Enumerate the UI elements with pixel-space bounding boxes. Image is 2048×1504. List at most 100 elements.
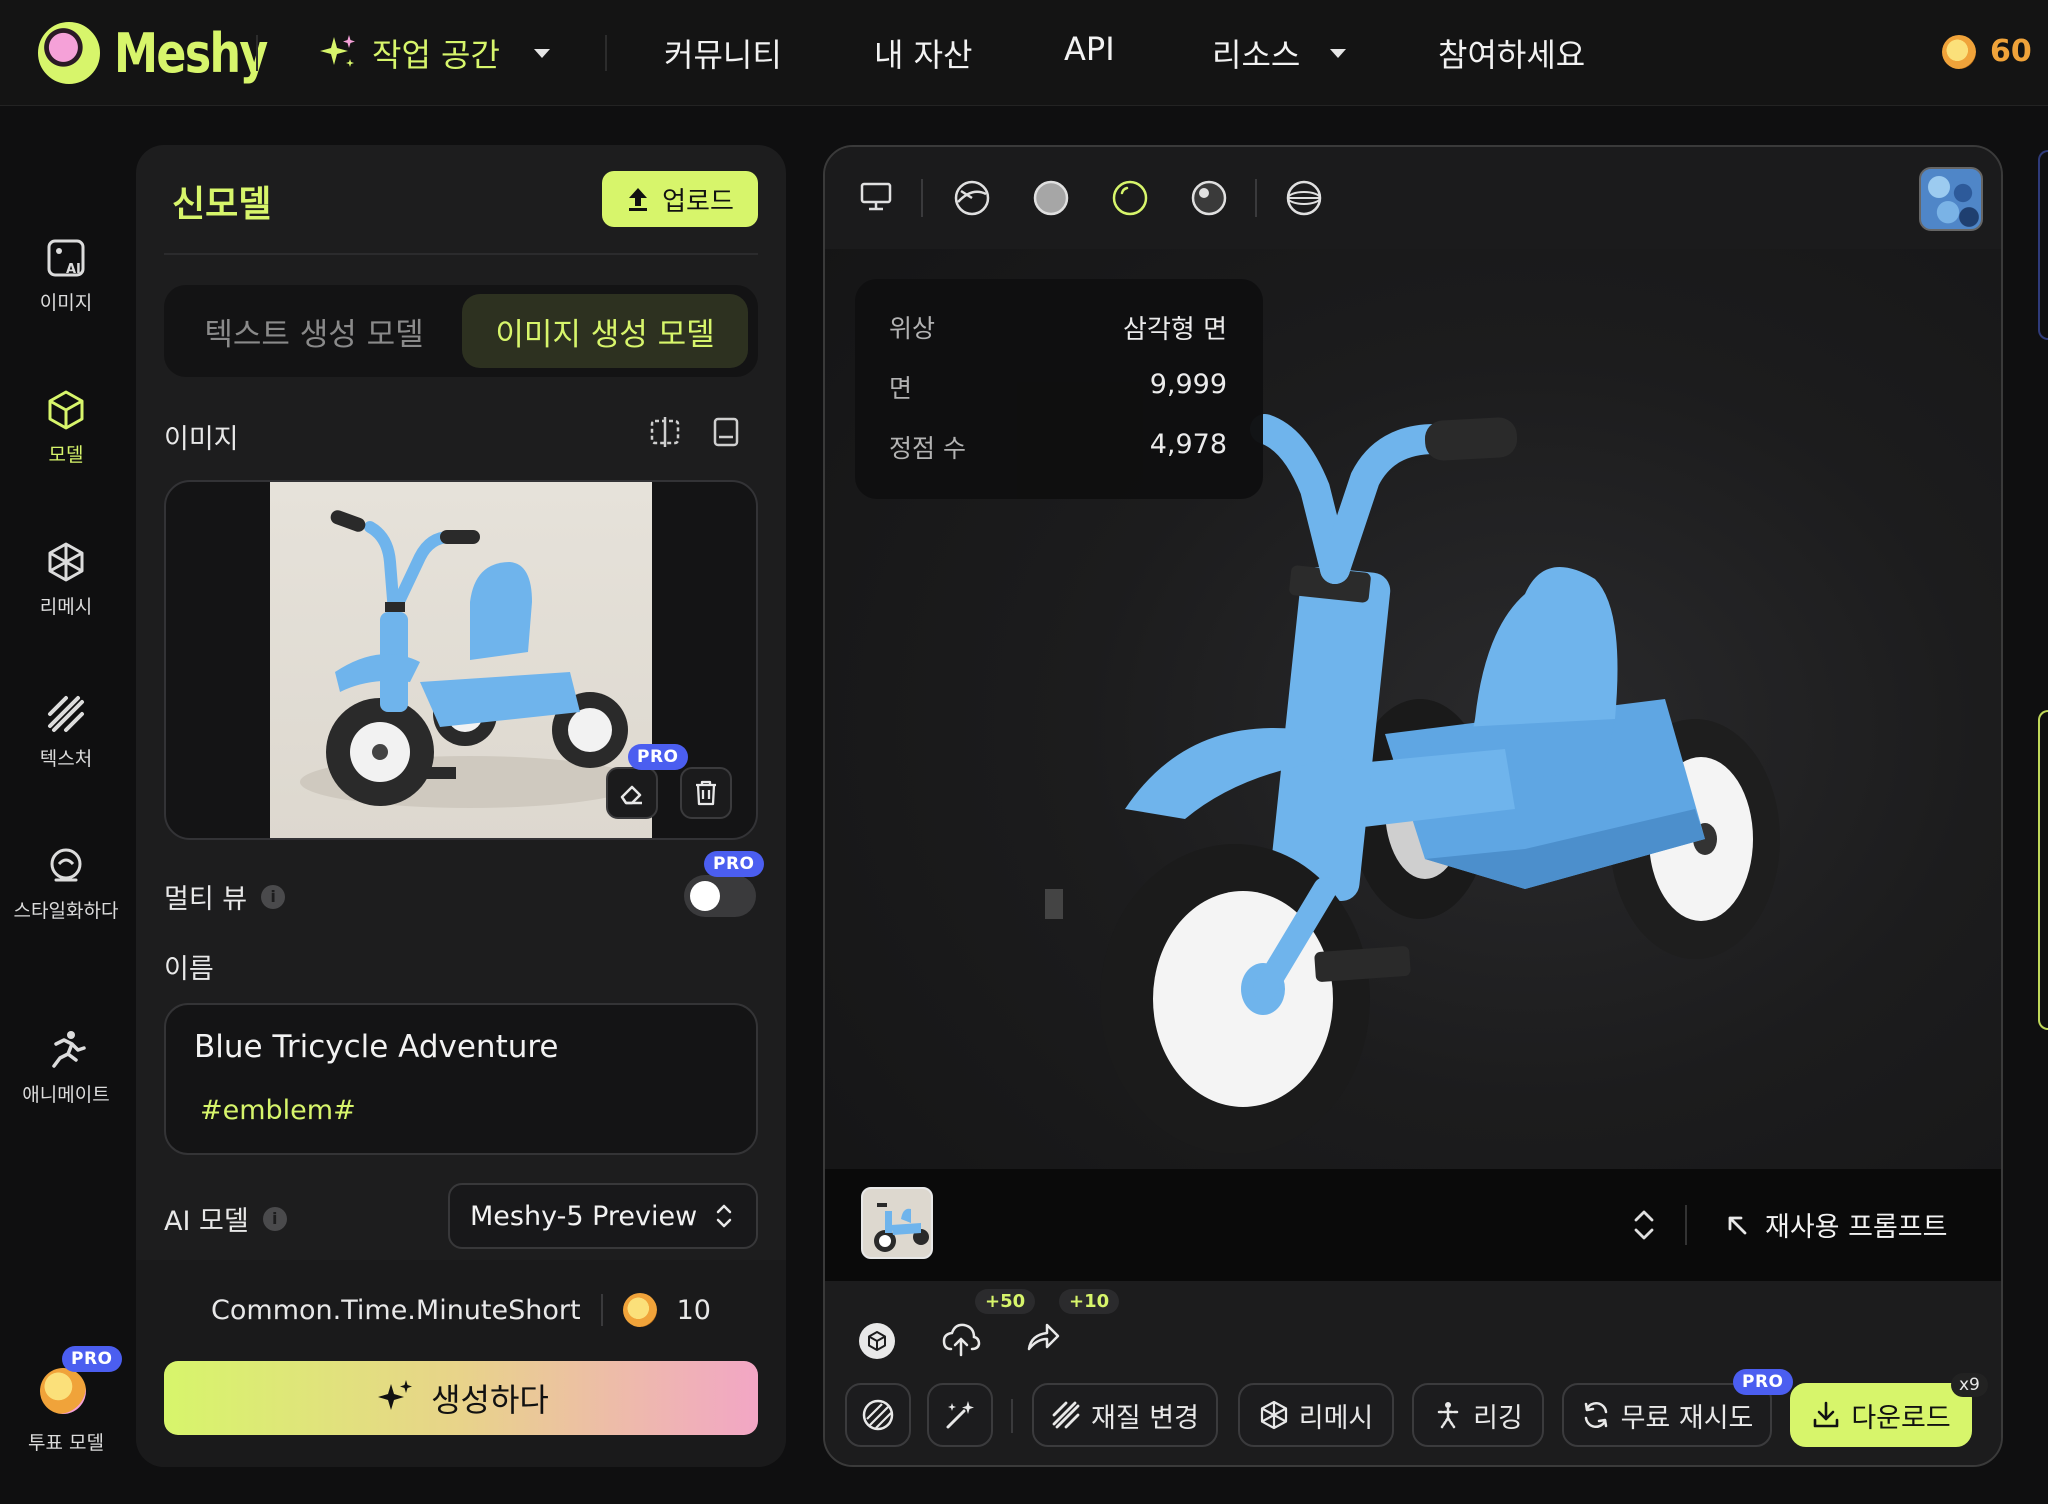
time-estimate: Common.Time.MinuteShort xyxy=(211,1294,581,1326)
logo-text[interactable]: Meshy xyxy=(114,22,268,85)
divider xyxy=(1685,1205,1687,1245)
multiview-label: 멀티 뷰 xyxy=(164,884,248,915)
tab-text-to-model[interactable]: 텍스트 생성 모델 xyxy=(164,285,464,377)
pro-badge: PRO xyxy=(1733,1369,1793,1395)
trash-icon xyxy=(696,780,716,806)
rigging-button[interactable]: 리깅 xyxy=(1412,1383,1544,1447)
tab-image-to-model[interactable]: 이미지 생성 모델 xyxy=(462,294,748,368)
monitor-icon[interactable] xyxy=(859,181,893,213)
svg-text:AI: AI xyxy=(66,262,81,277)
generation-panel: 신모델 업로드 텍스트 생성 모델 이미지 생성 모델 이미지 PRO 멀티 뷰… xyxy=(136,145,786,1467)
magic-material-button[interactable] xyxy=(845,1383,911,1447)
nav-workspace-label: 작업 공간 xyxy=(372,36,500,74)
rigging-skeleton-icon xyxy=(1437,1402,1459,1429)
credits-count: 60 xyxy=(1990,34,2032,69)
sidebar-item-remesh[interactable]: 리메시 xyxy=(0,540,132,621)
cloud-upload-icon[interactable] xyxy=(941,1319,981,1359)
multiview-toggle[interactable] xyxy=(684,875,756,917)
refresh-icon xyxy=(1584,1402,1607,1428)
collapsed-card[interactable] xyxy=(2038,150,2048,340)
chevron-updown-icon[interactable] xyxy=(1631,1207,1657,1243)
split-view-icon[interactable] xyxy=(648,415,682,449)
name-label: 이름 xyxy=(164,954,214,985)
nav-community[interactable]: 커뮤니티 xyxy=(664,30,782,76)
nav-join[interactable]: 참여하세요 xyxy=(1438,30,1585,76)
action-bar: +50 +10 재질 변경 리메시 리깅 무료 재시도 PRO 다운로드 x9 xyxy=(825,1281,2001,1465)
sidebar-item-label: 투표 모델 xyxy=(28,1432,104,1454)
credits-display[interactable]: 60 xyxy=(1942,34,2032,69)
meshy-logo-icon[interactable] xyxy=(38,22,100,84)
stat-topology-label: 위상 xyxy=(889,314,936,343)
model-view-button[interactable] xyxy=(859,1323,895,1359)
upload-bonus-badge: +50 xyxy=(975,1289,1036,1314)
texture-icon xyxy=(48,696,84,732)
chevron-down-icon xyxy=(533,48,550,58)
environment-globe-icon[interactable] xyxy=(1285,179,1323,217)
vote-icon xyxy=(40,1368,86,1414)
tricycle-thumbnail-icon xyxy=(874,1203,929,1252)
nav-divider xyxy=(605,35,607,71)
viewer-toolbar xyxy=(825,147,2001,249)
document-icon[interactable] xyxy=(710,415,742,449)
sidebar-item-label: 애니메이트 xyxy=(22,1084,110,1106)
textured-shading-icon[interactable] xyxy=(1111,179,1149,217)
download-button[interactable]: 다운로드 xyxy=(1790,1383,1972,1447)
upload-button[interactable]: 업로드 xyxy=(602,171,758,227)
upload-arrow-icon xyxy=(629,188,648,211)
retexture-button[interactable]: 재질 변경 xyxy=(1032,1383,1218,1447)
mesh-stats-panel: 위상 삼각형 면 면 9,999 정점 수 4,978 xyxy=(855,279,1263,499)
rigging-label: 리깅 xyxy=(1473,1402,1523,1434)
stat-topology-value: 삼각형 면 xyxy=(1123,315,1227,345)
source-image-thumbnail[interactable] xyxy=(861,1187,933,1259)
sidebar-item-texture[interactable]: 텍스처 xyxy=(0,692,132,773)
image-section-label: 이미지 xyxy=(164,424,239,455)
sidebar-item-image[interactable]: AI 이미지 xyxy=(0,236,132,317)
solid-shading-icon[interactable] xyxy=(1032,179,1070,217)
name-input[interactable]: Blue Tricycle Adventure #emblem# xyxy=(164,1003,758,1155)
nav-api[interactable]: API xyxy=(1064,30,1115,68)
remesh-icon xyxy=(48,542,84,582)
generation-cost: 10 xyxy=(676,1294,711,1326)
erase-background-button[interactable] xyxy=(606,767,658,819)
delete-image-button[interactable] xyxy=(680,767,732,819)
image-preview-box[interactable]: PRO xyxy=(164,480,758,840)
sidebar-item-animate[interactable]: 애니메이트 xyxy=(0,1028,132,1109)
sparkle-icon xyxy=(320,35,355,67)
nav-workspace[interactable]: 작업 공간 xyxy=(316,30,550,76)
stat-vertices-label: 정점 수 xyxy=(889,434,966,463)
reuse-prompt-button[interactable]: 재사용 프롬프트 xyxy=(1725,1205,1947,1244)
info-icon[interactable]: i xyxy=(261,884,286,909)
texture-swatch-thumbnail[interactable] xyxy=(1919,167,1983,231)
reuse-prompt-label: 재사용 프롬프트 xyxy=(1765,1212,1948,1243)
nav-resources[interactable]: 리소스 xyxy=(1212,30,1347,76)
tricycle-photo-icon xyxy=(300,510,640,808)
magic-wand-button[interactable] xyxy=(927,1383,993,1447)
toggle-knob xyxy=(690,881,720,911)
collapsed-card[interactable] xyxy=(2038,710,2048,1030)
image-ai-icon: AI xyxy=(47,239,85,277)
free-retry-label: 무료 재시도 xyxy=(1620,1402,1754,1434)
sidebar-item-vote-model[interactable]: PRO 투표 모델 xyxy=(0,1346,132,1457)
remesh-button[interactable]: 리메시 xyxy=(1238,1383,1394,1447)
cost-row: Common.Time.MinuteShort 10 xyxy=(136,1293,786,1327)
sidebar-item-label: 모델 xyxy=(48,444,84,466)
texture-icon xyxy=(1052,1401,1080,1429)
wireframe-shading-icon[interactable] xyxy=(953,179,991,217)
nav-assets[interactable]: 내 자산 xyxy=(874,30,973,76)
stylize-icon xyxy=(50,848,82,882)
sidebar-item-stylize[interactable]: 스타일화하다 xyxy=(0,844,132,925)
ai-model-select[interactable]: Meshy-5 Preview xyxy=(448,1183,758,1249)
info-icon[interactable]: i xyxy=(262,1206,287,1231)
pbr-shading-icon[interactable] xyxy=(1190,179,1228,217)
right-collapsed-panel xyxy=(2036,150,2048,1470)
panel-title: 신모델 xyxy=(172,184,272,225)
toolbar-divider xyxy=(921,179,923,217)
multiview-row: 멀티 뷰 i xyxy=(164,877,286,916)
sidebar-item-model[interactable]: 모델 xyxy=(0,388,132,469)
top-navigation-bar: Meshy 작업 공간 커뮤니티 내 자산 API 리소스 참여하세요 60 xyxy=(0,0,2048,106)
generate-button[interactable]: 생성하다 xyxy=(164,1361,758,1435)
share-icon[interactable] xyxy=(1025,1319,1061,1355)
chevron-updown-icon xyxy=(716,1204,732,1228)
pro-badge: PRO xyxy=(62,1346,122,1372)
cube-icon xyxy=(48,390,84,430)
